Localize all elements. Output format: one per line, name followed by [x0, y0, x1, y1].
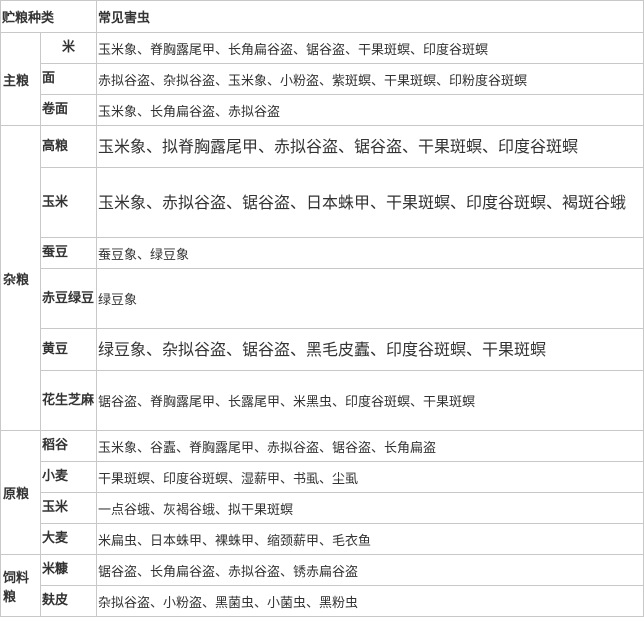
header-pests: 常见害虫: [96, 0, 644, 33]
pests-cell: 玉米象、赤拟谷盗、锯谷盗、日本蛛甲、干果斑螟、印度谷斑螟、褐斑谷蛾: [96, 167, 644, 238]
table-row: 原粮 稻谷 玉米象、谷蠹、脊胸露尾甲、赤拟谷盗、锯谷盗、长角扁盗: [0, 430, 644, 555]
pests-cell: 杂拟谷盗、小粉盗、黑菌虫、小菌虫、黑粉虫: [96, 585, 644, 617]
pests-cell: 绿豆象、杂拟谷盗、锯谷盗、黑毛皮蠹、印度谷斑螟、干果斑螟: [96, 328, 644, 371]
category-cell: 饲料粮: [0, 554, 41, 617]
pests-cell: 玉米象、谷蠹、脊胸露尾甲、赤拟谷盗、锯谷盗、长角扁盗: [96, 430, 644, 462]
pests-cell: 绿豆象: [96, 268, 644, 329]
pests-cell: 赤拟谷盗、杂拟谷盗、玉米象、小粉盗、紫斑螟、干果斑螟、印粉度谷斑螟: [96, 63, 644, 95]
pests-cell: 一点谷蛾、灰褐谷蛾、拟干果斑螟: [96, 492, 644, 524]
pests-cell: 玉米象、拟脊胸露尾甲、赤拟谷盗、锯谷盗、干果斑螟、印度谷斑螟: [96, 125, 644, 168]
table-row: 卷面 玉米象、长角扁谷盗、赤拟谷盗: [1, 94, 644, 126]
category-cell: 主粮: [0, 32, 41, 126]
kind-cell: 玉米: [39, 492, 98, 524]
category-cell: 原粮: [0, 430, 41, 555]
table-row: 玉米 玉米象、赤拟谷盗、锯谷盗、日本蛛甲、干果斑螟、印度谷斑螟、褐斑谷蛾: [1, 167, 644, 238]
table-header-row: 贮粮种类 常见害虫: [0, 0, 644, 33]
kind-cell: 小麦: [39, 461, 98, 493]
pest-table: 贮粮种类 常见害虫 主粮 米 玉米象、脊胸露尾甲、长角扁谷盗、锯谷盗、干果斑螟、…: [0, 0, 644, 617]
table-row: 大麦 米扁虫、日本蛛甲、裸蛛甲、缩颈薪甲、毛衣鱼: [1, 523, 644, 555]
pests-cell: 玉米象、长角扁谷盗、赤拟谷盗: [96, 94, 644, 126]
table-row: 面 赤拟谷盗、杂拟谷盗、玉米象、小粉盗、紫斑螟、干果斑螟、印粉度谷斑螟: [1, 63, 644, 95]
category-cell: 杂粮: [0, 125, 41, 431]
kind-cell: 米糠: [39, 554, 98, 586]
table-row: 麸皮 杂拟谷盗、小粉盗、黑菌虫、小菌虫、黑粉虫: [1, 585, 644, 617]
pests-cell: 玉米象、脊胸露尾甲、长角扁谷盗、锯谷盗、干果斑螟、印度谷斑螟: [96, 32, 644, 64]
header-category: 贮粮种类: [0, 0, 98, 33]
kind-cell: 花生芝麻: [39, 370, 98, 431]
pests-cell: 米扁虫、日本蛛甲、裸蛛甲、缩颈薪甲、毛衣鱼: [96, 523, 644, 555]
table-row: 主粮 米 玉米象、脊胸露尾甲、长角扁谷盗、锯谷盗、干果斑螟、印度谷斑螟: [0, 32, 644, 126]
table-row: 花生芝麻 锯谷盗、脊胸露尾甲、长露尾甲、米黑虫、印度谷斑螟、干果斑螟: [1, 370, 644, 431]
table-row: 小麦 干果斑螟、印度谷斑螟、湿薪甲、书虱、尘虱: [1, 461, 644, 493]
table-row: 玉米 一点谷蛾、灰褐谷蛾、拟干果斑螟: [1, 492, 644, 524]
kind-cell: 面: [39, 63, 98, 95]
table-row: 黄豆 绿豆象、杂拟谷盗、锯谷盗、黑毛皮蠹、印度谷斑螟、干果斑螟: [1, 328, 644, 371]
kind-cell: 麸皮: [39, 585, 98, 617]
table-row: 杂粮 高粮 玉米象、拟脊胸露尾甲、赤拟谷盗、锯谷盗、干果斑螟、印度谷斑螟: [0, 125, 644, 431]
kind-cell: 蚕豆: [39, 237, 98, 269]
kind-cell: 玉米: [39, 167, 98, 238]
kind-cell: 大麦: [39, 523, 98, 555]
kind-cell: 高粮: [39, 125, 98, 168]
kind-cell: 米: [39, 32, 98, 64]
kind-cell: 卷面: [39, 94, 98, 126]
kind-cell: 黄豆: [39, 328, 98, 371]
kind-cell: 赤豆绿豆: [39, 268, 98, 329]
pests-cell: 锯谷盗、脊胸露尾甲、长露尾甲、米黑虫、印度谷斑螟、干果斑螟: [96, 370, 644, 431]
kind-cell: 稻谷: [39, 430, 98, 462]
pests-cell: 蚕豆象、绿豆象: [96, 237, 644, 269]
table-row: 饲料粮 米糠 锯谷盗、长角扁谷盗、赤拟谷盗、锈赤扁谷盗: [0, 554, 644, 617]
table-row: 赤豆绿豆 绿豆象: [1, 268, 644, 329]
pests-cell: 干果斑螟、印度谷斑螟、湿薪甲、书虱、尘虱: [96, 461, 644, 493]
pests-cell: 锯谷盗、长角扁谷盗、赤拟谷盗、锈赤扁谷盗: [96, 554, 644, 586]
table-row: 蚕豆 蚕豆象、绿豆象: [1, 237, 644, 269]
